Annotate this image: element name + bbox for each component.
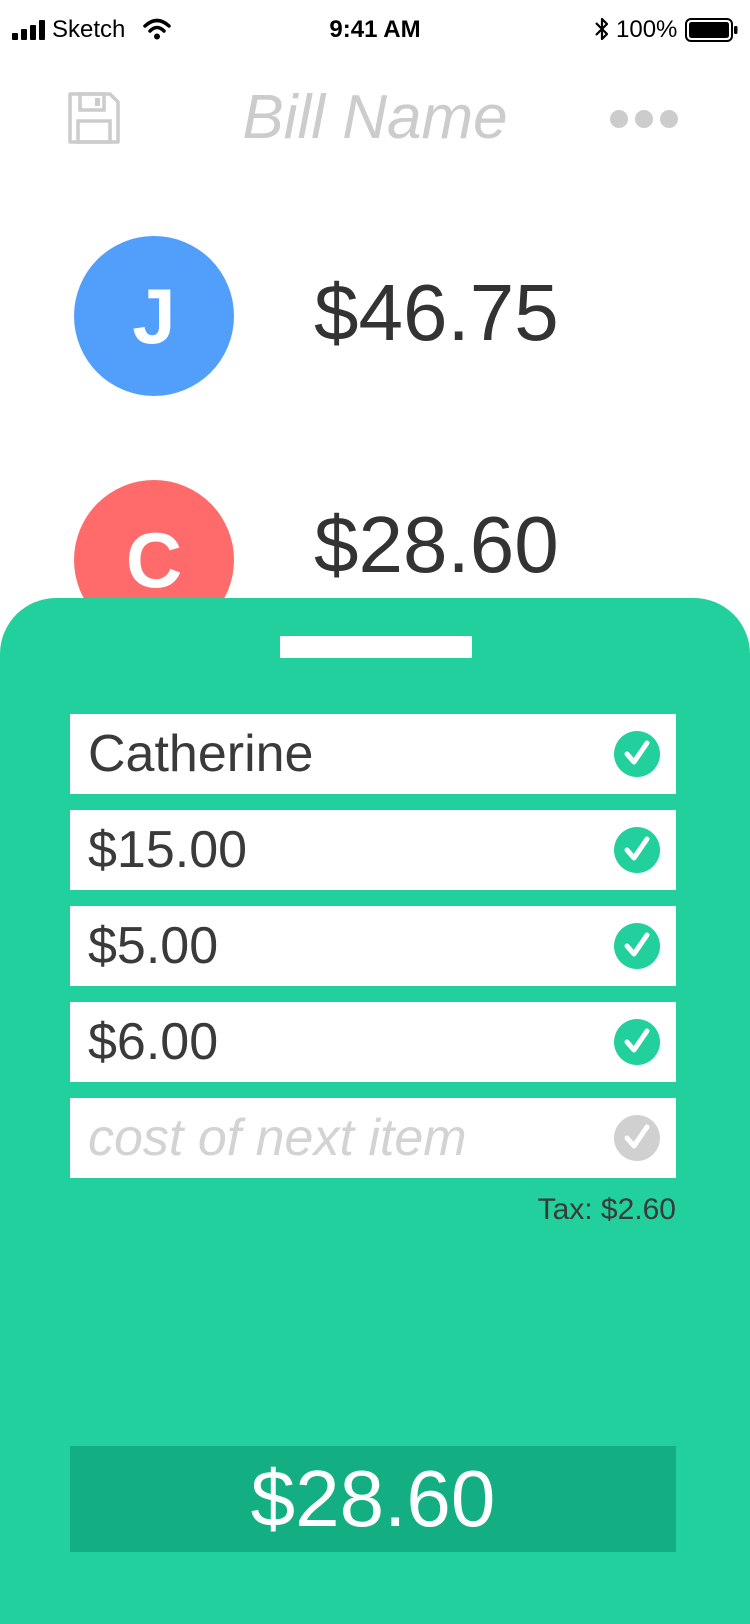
- item-cost-value: $6.00: [88, 1013, 219, 1071]
- bluetooth-icon: [595, 17, 609, 41]
- item-cost-field[interactable]: $6.00: [70, 1002, 676, 1082]
- battery-icon: [685, 18, 738, 42]
- sheet-drag-handle[interactable]: [280, 636, 472, 658]
- item-cost-value: $15.00: [88, 821, 248, 879]
- check-icon[interactable]: [614, 827, 660, 873]
- check-icon[interactable]: [614, 923, 660, 969]
- person-total-bar[interactable]: $28.60: [70, 1446, 676, 1552]
- item-cost-value: $5.00: [88, 917, 219, 975]
- avatar[interactable]: J: [74, 236, 234, 396]
- person-name-value: Catherine: [88, 725, 314, 783]
- status-bar: Sketch 9:41 AM 100%: [0, 0, 750, 60]
- new-item-cost-input[interactable]: cost of next item: [70, 1098, 676, 1178]
- battery-percentage: 100%: [616, 16, 678, 43]
- new-item-placeholder: cost of next item: [88, 1109, 467, 1167]
- item-cost-field[interactable]: $5.00: [70, 906, 676, 986]
- item-cost-field[interactable]: $15.00: [70, 810, 676, 890]
- person-detail-sheet: Catherine $15.00 $5.00 $6.00 cost of nex…: [0, 598, 750, 1624]
- person-total: $28.60: [314, 500, 559, 589]
- person-name-field[interactable]: Catherine: [70, 714, 676, 794]
- check-icon[interactable]: [614, 1019, 660, 1065]
- ellipsis-icon[interactable]: [610, 110, 678, 128]
- tax-label: Tax: $2.60: [537, 1193, 676, 1226]
- check-icon[interactable]: [614, 731, 660, 777]
- check-icon[interactable]: [614, 1115, 660, 1161]
- person-total: $46.75: [314, 268, 559, 357]
